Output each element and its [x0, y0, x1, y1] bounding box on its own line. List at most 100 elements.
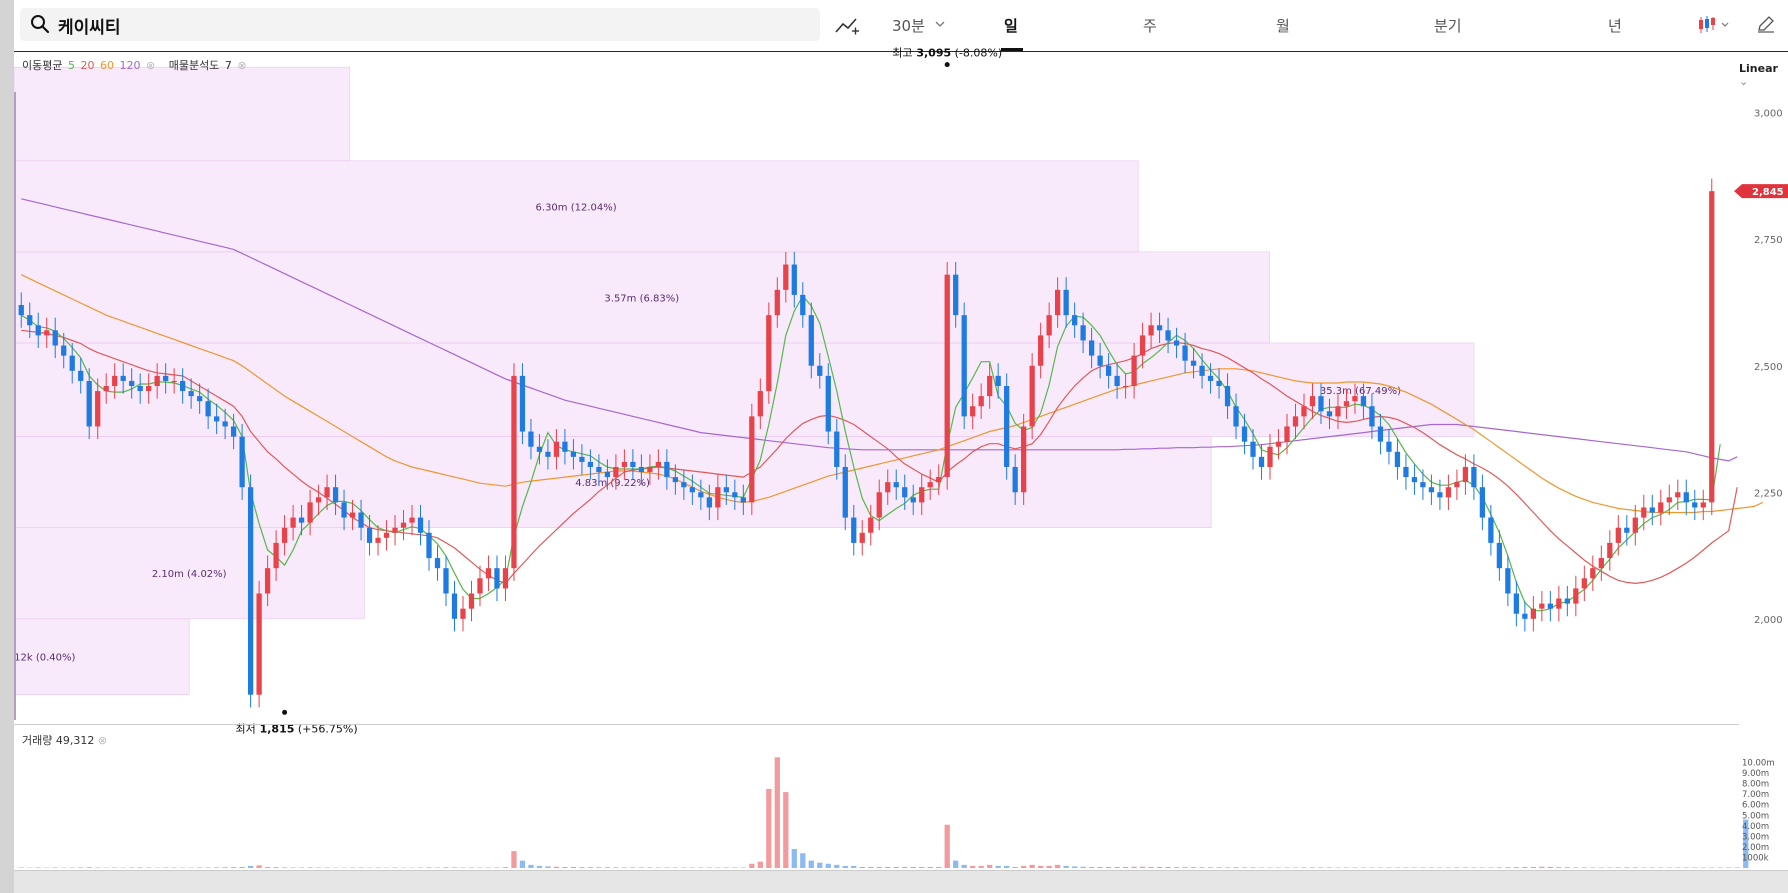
candle-body — [1182, 346, 1187, 361]
volume-bar — [248, 866, 253, 868]
volume-bar — [690, 867, 695, 868]
volume-bar — [1378, 867, 1383, 868]
volume-bar — [1726, 867, 1731, 868]
volume-bar — [1344, 867, 1349, 868]
volume-bar — [1667, 867, 1672, 868]
candle-body — [104, 386, 109, 391]
candle-body — [1106, 366, 1111, 376]
candle-body — [180, 381, 185, 391]
candle-body — [418, 518, 423, 533]
candle-body — [392, 528, 397, 533]
volume-bar — [945, 825, 950, 868]
candle-body — [996, 376, 1001, 386]
volume-bar — [928, 867, 933, 868]
volume-bar — [554, 867, 559, 868]
candle-body — [1403, 467, 1408, 477]
ma120-period: 120 — [119, 59, 140, 72]
volume-bar — [78, 867, 83, 868]
volume-bar — [53, 867, 58, 868]
volume-bar — [87, 867, 92, 868]
candle-body — [129, 381, 134, 386]
volume-value: 49,312 — [56, 734, 95, 747]
candle-body — [1386, 442, 1391, 452]
volume-bar — [1658, 867, 1663, 868]
volume-bar — [1225, 867, 1230, 868]
candle-body — [1097, 356, 1102, 366]
volume-bar — [528, 865, 533, 868]
volume-bar — [868, 867, 873, 868]
volume-bar — [1590, 867, 1595, 868]
candle-body — [350, 513, 355, 518]
ma60-period: 60 — [100, 59, 114, 72]
volume-bar — [1488, 867, 1493, 868]
volume-bar — [324, 867, 329, 868]
profile-edge — [14, 92, 16, 720]
candle-body — [1148, 325, 1153, 335]
volume-bar — [1259, 867, 1264, 868]
close-icon[interactable]: ⊗ — [146, 59, 155, 72]
candle-body — [766, 315, 771, 391]
candle-body — [290, 518, 295, 528]
candle-body — [1565, 599, 1570, 604]
candle-body — [1063, 290, 1068, 315]
price-chart[interactable]: 212k (0.40%)2.10m (4.02%)4.83m (9.22%)35… — [14, 0, 1788, 892]
volume-bar — [70, 867, 75, 868]
volume-bar — [766, 789, 771, 868]
scale-select[interactable]: Linear ⌄ — [1739, 62, 1788, 88]
candle-body — [902, 487, 907, 497]
candle-body — [783, 265, 788, 290]
candle-body — [596, 467, 601, 472]
volume-bar — [307, 867, 312, 868]
high-annotation: 최고 3,095 (-8.08%) — [892, 47, 1002, 60]
candle-body — [800, 295, 805, 315]
candle-body — [1208, 376, 1213, 381]
volume-bar — [613, 867, 618, 868]
candle-body — [27, 315, 32, 325]
volume-bar — [1327, 867, 1332, 868]
candle-body — [953, 275, 958, 315]
candle-body — [61, 346, 66, 356]
close-icon[interactable]: ⊗ — [237, 59, 246, 72]
volume-profile-label: 2.10m (4.02%) — [152, 569, 227, 580]
volume-bar — [1301, 867, 1306, 868]
candle-body — [1480, 487, 1485, 517]
volume-bar — [282, 867, 287, 868]
candle-body — [936, 477, 941, 482]
volume-bar — [1097, 867, 1102, 868]
volume-bar — [1318, 867, 1323, 868]
candle-body — [894, 482, 899, 487]
volume-tick-label: 9.00m — [1742, 769, 1769, 779]
candle-body — [511, 376, 516, 568]
volume-bar — [970, 866, 975, 868]
candle-body — [1361, 396, 1366, 406]
volume-bar — [1250, 867, 1255, 868]
candle-body — [78, 371, 83, 381]
candle-body — [324, 487, 329, 497]
candle-body — [758, 391, 763, 416]
volume-bar — [206, 867, 211, 868]
close-icon[interactable]: ⊗ — [98, 734, 107, 747]
volume-bar — [469, 867, 474, 868]
candle-body — [95, 391, 100, 426]
candle-body — [1582, 578, 1587, 588]
volume-bar — [19, 867, 24, 868]
volume-bar — [460, 867, 465, 868]
candle-body — [928, 482, 933, 487]
volume-bar — [222, 867, 227, 868]
volume-bar — [1131, 867, 1136, 868]
candle-body — [316, 497, 321, 502]
volume-bar — [800, 853, 805, 868]
volume-bar — [95, 867, 100, 868]
volume-profile-label: 3.57m (6.83%) — [604, 293, 679, 304]
volume-bar — [1004, 866, 1009, 868]
candle-body — [537, 447, 542, 452]
candle-body — [1505, 568, 1510, 593]
volume-bar — [214, 867, 219, 868]
volume-bar — [1471, 867, 1476, 868]
candle-body — [1497, 543, 1502, 568]
volume-bar — [1692, 867, 1697, 868]
volume-bar — [741, 867, 746, 868]
candle-body — [613, 467, 618, 477]
indicator-legend: 이동평균 5 20 60 120 ⊗ 매물분석도 7 ⊗ — [22, 57, 249, 73]
candle-body — [707, 497, 712, 507]
